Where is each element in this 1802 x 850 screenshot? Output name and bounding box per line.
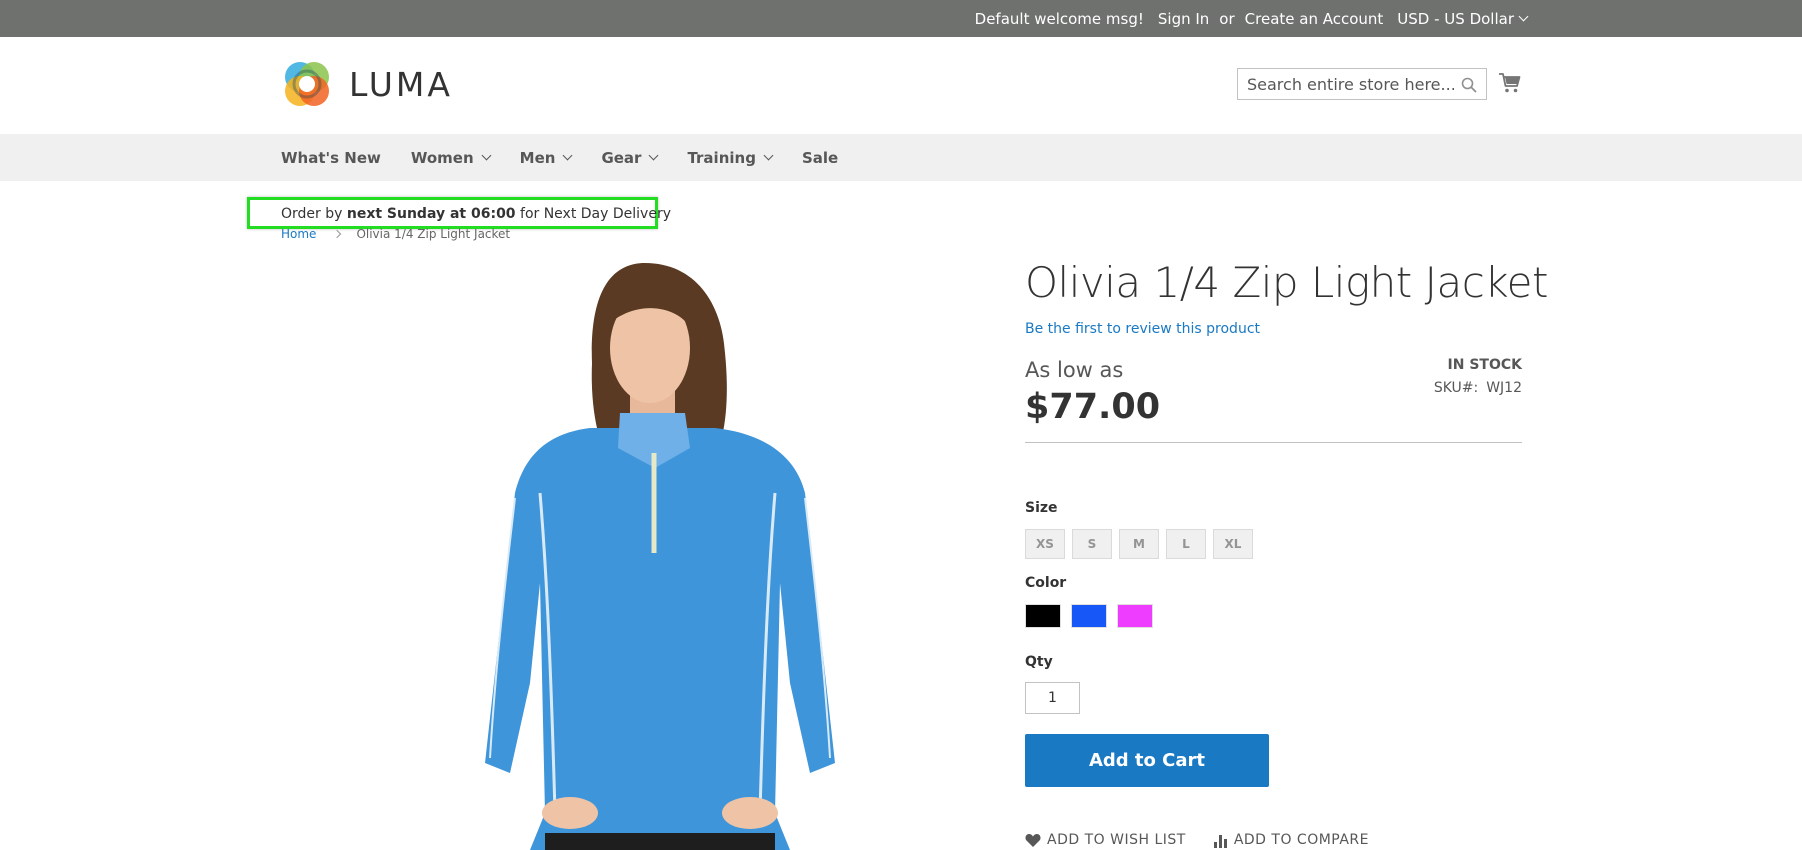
color-swatch-black[interactable] bbox=[1025, 604, 1061, 628]
nav-item-sale[interactable]: Sale bbox=[802, 149, 838, 167]
product-price: $77.00 bbox=[1025, 387, 1161, 427]
sign-in-link[interactable]: Sign In bbox=[1158, 10, 1209, 28]
delivery-notice: Order by next Sunday at 06:00 for Next D… bbox=[281, 206, 671, 222]
qty-box bbox=[1025, 682, 1080, 714]
sku-value: WJ12 bbox=[1486, 380, 1522, 396]
notice-emphasis: next Sunday at 06:00 bbox=[346, 206, 516, 222]
bar-chart-icon bbox=[1213, 834, 1227, 848]
chevron-down-icon bbox=[481, 150, 492, 160]
size-option-m[interactable]: M bbox=[1119, 529, 1159, 559]
or-text: or bbox=[1219, 9, 1235, 28]
heart-icon bbox=[1025, 833, 1041, 847]
add-to-wishlist-link[interactable]: Add to Wish List bbox=[1025, 832, 1186, 848]
chevron-down-icon bbox=[649, 150, 659, 160]
search-box bbox=[1237, 68, 1487, 100]
size-option-s[interactable]: S bbox=[1072, 529, 1112, 559]
color-swatch-blue[interactable] bbox=[1071, 604, 1107, 628]
size-option-xl[interactable]: XL bbox=[1213, 529, 1253, 559]
price-prefix: As low as bbox=[1025, 358, 1124, 382]
color-swatch-purple[interactable] bbox=[1117, 604, 1153, 628]
notice-suffix: for Next Day Delivery bbox=[515, 206, 671, 222]
chevron-down-icon bbox=[1518, 11, 1529, 21]
currency-label: USD - US Dollar bbox=[1397, 9, 1514, 28]
breadcrumb-current: Olivia 1/4 Zip Light Jacket bbox=[356, 227, 511, 241]
nav-item-label: Men bbox=[519, 148, 556, 167]
currency-switcher[interactable]: USD - US Dollar bbox=[1397, 9, 1529, 28]
add-to-cart-button[interactable]: Add to Cart bbox=[1025, 734, 1269, 787]
notice-prefix: Order by bbox=[281, 206, 347, 222]
luma-logo-icon bbox=[285, 62, 329, 106]
chevron-down-icon bbox=[763, 150, 774, 160]
nav-item-whats-new[interactable]: What's New bbox=[281, 149, 381, 167]
nav-item-label: What's New bbox=[281, 148, 381, 167]
product-social-actions: Add to Wish List Add to Compare bbox=[1025, 832, 1397, 848]
nav-item-label: Women bbox=[410, 148, 474, 167]
nav-item-label: Sale bbox=[801, 148, 839, 167]
size-option-l[interactable]: L bbox=[1166, 529, 1206, 559]
sku-label: SKU#: bbox=[1433, 380, 1479, 396]
qty-label: Qty bbox=[1025, 654, 1053, 670]
divider bbox=[1025, 442, 1522, 443]
main-navigation: What's New Women Men Gear Training Sale bbox=[0, 134, 1802, 181]
search-icon[interactable] bbox=[1461, 77, 1477, 93]
qty-input[interactable] bbox=[1026, 683, 1079, 713]
breadcrumb: Home Olivia 1/4 Zip Light Jacket bbox=[281, 227, 510, 241]
size-options: XS S M L XL bbox=[1025, 529, 1260, 559]
nav-item-training[interactable]: Training bbox=[687, 148, 774, 167]
nav-item-label: Gear bbox=[601, 148, 642, 167]
search-input[interactable] bbox=[1238, 69, 1486, 99]
store-logo[interactable]: LUMA bbox=[281, 58, 453, 110]
breadcrumb-home-link[interactable]: Home bbox=[281, 227, 316, 241]
nav-item-women[interactable]: Women bbox=[410, 148, 492, 167]
review-link[interactable]: Be the first to review this product bbox=[1025, 321, 1260, 337]
compare-label: Add to Compare bbox=[1233, 832, 1369, 848]
add-to-compare-link[interactable]: Add to Compare bbox=[1213, 832, 1369, 848]
product-main-image[interactable] bbox=[440, 253, 880, 850]
logo-text: LUMA bbox=[349, 64, 453, 104]
top-bar: Default welcome msg! Sign In or Create a… bbox=[0, 0, 1802, 37]
welcome-message: Default welcome msg! bbox=[974, 9, 1144, 28]
size-option-xs[interactable]: XS bbox=[1025, 529, 1065, 559]
chevron-right-icon bbox=[333, 229, 342, 239]
cart-icon[interactable] bbox=[1498, 71, 1522, 95]
page-title: Olivia 1/4 Zip Light Jacket bbox=[1025, 258, 1548, 307]
size-label: Size bbox=[1025, 500, 1058, 516]
nav-item-men[interactable]: Men bbox=[519, 148, 573, 167]
product-sku: SKU#: WJ12 bbox=[1434, 380, 1522, 396]
create-account-link[interactable]: Create an Account bbox=[1245, 10, 1384, 28]
color-options bbox=[1025, 604, 1163, 628]
wishlist-label: Add to Wish List bbox=[1047, 832, 1186, 848]
chevron-down-icon bbox=[562, 150, 573, 160]
nav-item-gear[interactable]: Gear bbox=[601, 148, 659, 167]
header-links: Default welcome msg! Sign In or Create a… bbox=[974, 0, 1529, 37]
color-label: Color bbox=[1025, 575, 1067, 591]
nav-item-label: Training bbox=[687, 148, 756, 167]
stock-status: IN STOCK bbox=[1447, 357, 1522, 373]
